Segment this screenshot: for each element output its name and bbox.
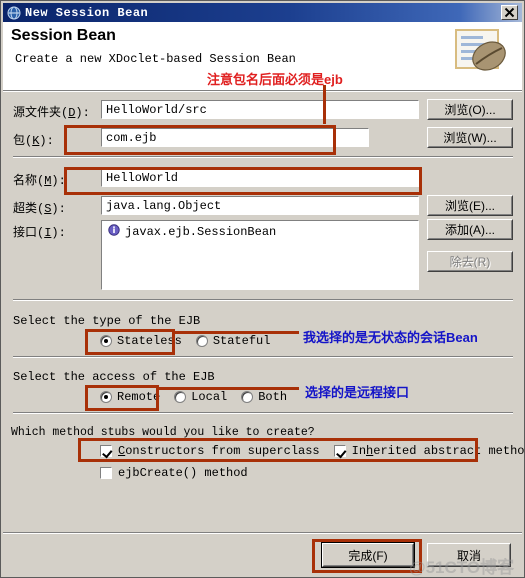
cancel-button[interactable]: 取消 <box>427 543 511 567</box>
remove-interface-button: 除去(R) <box>427 251 513 272</box>
checkbox-inherited-indicator <box>333 445 346 457</box>
radio-stateless-indicator <box>100 335 112 347</box>
eclipse-globe-icon <box>7 6 21 20</box>
package-label: 包(K): <box>13 134 54 148</box>
divider-3 <box>13 356 513 358</box>
new-session-bean-dialog: New Session Bean Session Bean Create a n… <box>0 0 525 578</box>
radio-local[interactable]: Local <box>174 390 227 404</box>
divider-2 <box>13 299 513 301</box>
radio-stateless-label: Stateless <box>117 334 182 348</box>
ejb-access-prompt: Select the access of the EJB <box>13 370 215 384</box>
radio-stateful-label: Stateful <box>212 334 271 348</box>
divider-1 <box>13 156 513 158</box>
page-title: Session Bean <box>11 27 116 44</box>
ejb-type-prompt: Select the type of the EJB <box>13 314 201 328</box>
method-stubs-prompt: Which method stubs would you like to cre… <box>11 426 315 439</box>
method-stubs-row-2: ejbCreate() method <box>100 466 262 480</box>
name-input[interactable]: HelloWorld <box>101 168 419 187</box>
name-label: 名称(M): <box>13 174 66 188</box>
close-icon <box>504 7 515 18</box>
checkbox-inherited-abstract-methods[interactable]: In h erited abstract methods <box>333 444 525 458</box>
checkbox-inherited-label-c: erited abstract methods <box>373 444 525 458</box>
checkbox-constructors-mnemonic: C <box>118 444 126 458</box>
checkbox-inherited-mnemonic: h <box>366 444 374 458</box>
checkbox-constructors-indicator <box>100 445 112 457</box>
session-bean-wizard-icon <box>452 26 514 84</box>
dialog-body: 源文件夹(D): HelloWorld/src 浏览(O)... 包(K): c… <box>3 92 525 532</box>
list-item[interactable]: javax.ejb.SessionBean <box>102 221 418 240</box>
browse-superclass-button[interactable]: 浏览(E)... <box>427 195 513 216</box>
interfaces-label: 接口(I): <box>13 226 66 240</box>
source-folder-label: 源文件夹(D): <box>13 106 90 120</box>
radio-remote[interactable]: Remote <box>100 390 160 404</box>
radio-both[interactable]: Both <box>241 390 287 404</box>
page-subtitle: Create a new XDoclet-based Session Bean <box>15 52 296 66</box>
checkbox-constructors-from-superclass[interactable]: Constructors from superclass <box>100 444 320 458</box>
browse-source-folder-button[interactable]: 浏览(O)... <box>427 99 513 120</box>
radio-remote-label: Remote <box>117 390 161 404</box>
annotation-type-note: 我选择的是无状态的会话Bean <box>303 330 478 345</box>
package-input[interactable]: com.ejb <box>101 128 369 147</box>
radio-both-label: Both <box>258 390 288 404</box>
divider-4 <box>13 412 513 414</box>
checkbox-constructors-label: onstructors from superclass <box>125 444 320 458</box>
superclass-input[interactable]: java.lang.Object <box>101 196 419 215</box>
radio-both-indicator <box>241 391 254 403</box>
dialog-footer: 完成(F) 取消 <box>3 534 522 577</box>
source-folder-input[interactable]: HelloWorld/src <box>101 100 419 119</box>
annotation-access-note: 选择的是远程接口 <box>305 385 410 400</box>
annotation-package-note: 注意包名后面必须是ejb <box>207 72 343 87</box>
checkbox-inherited-label-a: In <box>351 444 367 458</box>
interface-icon <box>108 224 120 240</box>
finish-button[interactable]: 完成(F) <box>321 542 415 568</box>
radio-stateless[interactable]: Stateless <box>100 334 182 348</box>
checkbox-ejbcreate-label: ejbCreate() method <box>118 466 248 480</box>
close-button[interactable] <box>501 5 518 20</box>
checkbox-ejbcreate-indicator <box>100 467 112 479</box>
checkbox-ejbcreate-method[interactable]: ejbCreate() method <box>100 466 248 480</box>
title-bar: New Session Bean <box>3 3 522 22</box>
interface-item-label: javax.ejb.SessionBean <box>125 225 277 239</box>
interfaces-listbox[interactable]: javax.ejb.SessionBean <box>101 220 419 290</box>
radio-local-indicator <box>174 391 187 403</box>
superclass-label: 超类(S): <box>13 202 66 216</box>
radio-local-label: Local <box>191 390 228 404</box>
method-stubs-row-1: Constructors from superclass In h erited a… <box>100 444 525 458</box>
radio-stateful[interactable]: Stateful <box>195 334 271 348</box>
radio-stateful-indicator <box>195 335 208 347</box>
ejb-type-radio-group: Stateless Stateful <box>100 334 284 348</box>
add-interface-button[interactable]: 添加(A)... <box>427 219 513 240</box>
window-title: New Session Bean <box>25 5 149 20</box>
radio-remote-indicator <box>100 391 112 403</box>
browse-package-button[interactable]: 浏览(W)... <box>427 127 513 148</box>
ejb-access-radio-group: Remote Local Both <box>100 390 301 404</box>
